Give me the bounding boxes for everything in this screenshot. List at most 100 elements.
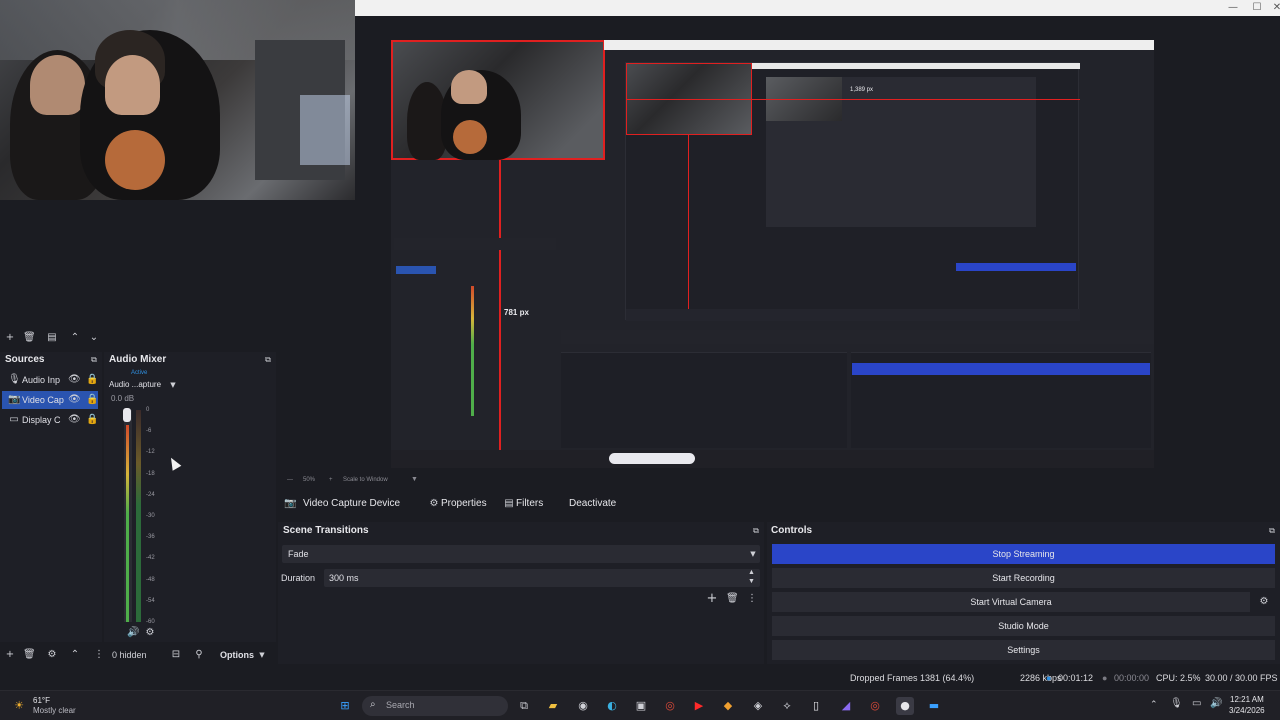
- volume-slider-handle[interactable]: [123, 408, 131, 422]
- zoom-in-icon[interactable]: +: [329, 477, 333, 483]
- source-item-video[interactable]: 📷 Video Cap 👁 🔒: [2, 391, 98, 409]
- meter-tick-label: -36: [146, 534, 155, 541]
- minimize-button[interactable]: —: [1221, 1, 1245, 15]
- task-view-icon[interactable]: ⧉: [515, 697, 533, 715]
- deactivate-button[interactable]: Deactivate: [569, 496, 616, 512]
- guide-measure: 781 px: [504, 308, 529, 317]
- webcam-source-bounds[interactable]: [391, 40, 605, 160]
- options-button[interactable]: Options: [220, 650, 254, 660]
- start-virtual-camera-button[interactable]: Start Virtual Camera: [772, 592, 1250, 612]
- more-icon[interactable]: ⋮: [93, 649, 105, 661]
- speaker-icon[interactable]: 🔊: [1210, 698, 1222, 709]
- app-icon[interactable]: ◆: [719, 697, 737, 715]
- chrome-icon[interactable]: ◎: [661, 697, 679, 715]
- eye-icon[interactable]: 👁: [68, 414, 81, 426]
- taskbar: ☀ 61°F Mostly clear ⊞ ⌕ Search ⧉ ▰ ◉ ◐ ▣…: [0, 690, 1280, 720]
- add-icon[interactable]: +: [4, 332, 16, 344]
- transition-select[interactable]: Fade ▼: [282, 545, 760, 563]
- taskbar-search[interactable]: ⌕ Search: [362, 696, 508, 716]
- preview-canvas[interactable]: 781 px 1,389 px: [391, 40, 1154, 468]
- windows-start-icon[interactable]: ⊞: [336, 697, 354, 715]
- link-icon[interactable]: ⚲: [193, 649, 205, 661]
- trash-icon[interactable]: 🗑: [23, 332, 36, 344]
- move-up-icon[interactable]: ⌃: [69, 649, 81, 661]
- mic-icon[interactable]: 🎙: [1170, 698, 1183, 709]
- chevron-down-icon[interactable]: ▼: [256, 649, 268, 661]
- dock-float-icon[interactable]: ⧉: [88, 354, 100, 366]
- dock-float-icon[interactable]: ⧉: [262, 354, 274, 366]
- chevron-down-icon[interactable]: ▼: [167, 379, 179, 391]
- spin-up-icon[interactable]: ▲: [748, 569, 755, 576]
- source-label: Display C: [22, 415, 61, 425]
- volume-meter-right: [136, 410, 141, 622]
- app-icon[interactable]: ⟡: [778, 697, 796, 715]
- file-explorer-icon[interactable]: ▰: [544, 697, 562, 715]
- gear-icon[interactable]: ⚙: [46, 649, 58, 661]
- meter-tick-label: -18: [146, 470, 155, 477]
- dock-float-icon[interactable]: ⧉: [750, 525, 762, 537]
- gear-icon: ⚙: [429, 498, 439, 509]
- duration-input[interactable]: 300 ms ▲ ▼: [324, 569, 760, 587]
- weather-icon[interactable]: ☀: [10, 697, 28, 715]
- source-item-display[interactable]: ▭ Display C 👁 🔒: [2, 411, 98, 429]
- hidden-count: 0 hidden: [112, 650, 147, 660]
- dock-float-icon[interactable]: ⧉: [1266, 525, 1278, 537]
- bitrate: 2286 kbps: [1020, 673, 1062, 683]
- eye-icon[interactable]: 👁: [68, 394, 81, 406]
- filter-icon: ▤: [504, 498, 514, 509]
- app-icon[interactable]: ▣: [632, 697, 650, 715]
- youtube-icon[interactable]: ▶: [690, 697, 708, 715]
- app-icon[interactable]: ▬: [925, 697, 943, 715]
- spin-down-icon[interactable]: ▼: [748, 578, 755, 585]
- start-recording-button[interactable]: Start Recording: [772, 568, 1275, 588]
- add-icon[interactable]: +: [706, 592, 718, 605]
- filters-button[interactable]: Filters: [516, 496, 543, 512]
- filter-icon[interactable]: ▤: [46, 332, 58, 344]
- stop-streaming-button[interactable]: Stop Streaming: [772, 544, 1275, 564]
- zoom-out-icon[interactable]: —: [287, 477, 293, 483]
- trash-icon[interactable]: 🗑: [23, 649, 36, 661]
- chevron-up-icon[interactable]: ⌃: [1150, 699, 1158, 710]
- more-icon[interactable]: ⋮: [746, 593, 758, 605]
- edge-icon[interactable]: ◐: [603, 697, 621, 715]
- record-time: 00:00:00: [1114, 673, 1150, 683]
- add-icon[interactable]: +: [4, 649, 16, 661]
- sources-toolbar: + 🗑 ⚙ ⌃ ⋮ 0 hidden ⊟ ⚲ Options ▼: [0, 647, 278, 663]
- app-icon[interactable]: ◢: [837, 697, 855, 715]
- lock-icon[interactable]: 🔒: [86, 414, 98, 426]
- lock-icon[interactable]: 🔒: [86, 394, 98, 406]
- properties-button[interactable]: Properties: [441, 496, 487, 512]
- meter-tick-label: -30: [146, 513, 155, 519]
- mixer-layout-icon[interactable]: ⊟: [170, 649, 182, 661]
- webcam-overlay: [0, 0, 355, 200]
- chevron-down-icon[interactable]: ▼: [411, 476, 418, 483]
- weather-temp: 61°F: [33, 696, 50, 705]
- studio-mode-button[interactable]: Studio Mode: [772, 616, 1275, 636]
- speaker-icon[interactable]: 🔊: [127, 627, 139, 639]
- obs-icon[interactable]: ●: [896, 697, 914, 715]
- gear-icon[interactable]: ⚙: [1258, 596, 1270, 608]
- gear-icon[interactable]: ⚙: [144, 627, 156, 639]
- duration-label: Duration: [281, 573, 316, 583]
- close-button[interactable]: ✕: [1265, 1, 1280, 15]
- eye-icon[interactable]: 👁: [68, 374, 81, 386]
- controls-title: Controls: [771, 525, 813, 536]
- scale-mode[interactable]: Scale to Window: [343, 477, 388, 483]
- lock-icon[interactable]: 🔒: [86, 374, 98, 386]
- settings-button[interactable]: Settings: [772, 640, 1275, 660]
- trash-icon[interactable]: 🗑: [726, 593, 739, 605]
- file-icon[interactable]: ▯: [807, 697, 825, 715]
- move-down-icon[interactable]: ⌄: [88, 332, 100, 344]
- source-item-audio[interactable]: 🎙 Audio Inp 👁 🔒: [2, 371, 98, 389]
- search-placeholder: Search: [386, 700, 415, 710]
- meter-tick-label: -48: [146, 576, 155, 583]
- scenes-area: [0, 200, 278, 330]
- chrome-icon[interactable]: ◎: [866, 697, 884, 715]
- meter-tick-label: -24: [146, 491, 155, 498]
- channel-name[interactable]: Audio ...apture: [109, 380, 161, 389]
- meter-tick-label: -54: [146, 597, 155, 604]
- move-up-icon[interactable]: ⌃: [69, 332, 81, 344]
- app-icon[interactable]: ◈: [749, 697, 767, 715]
- app-icon[interactable]: ◉: [574, 697, 592, 715]
- monitor-icon[interactable]: ▭: [1192, 698, 1201, 709]
